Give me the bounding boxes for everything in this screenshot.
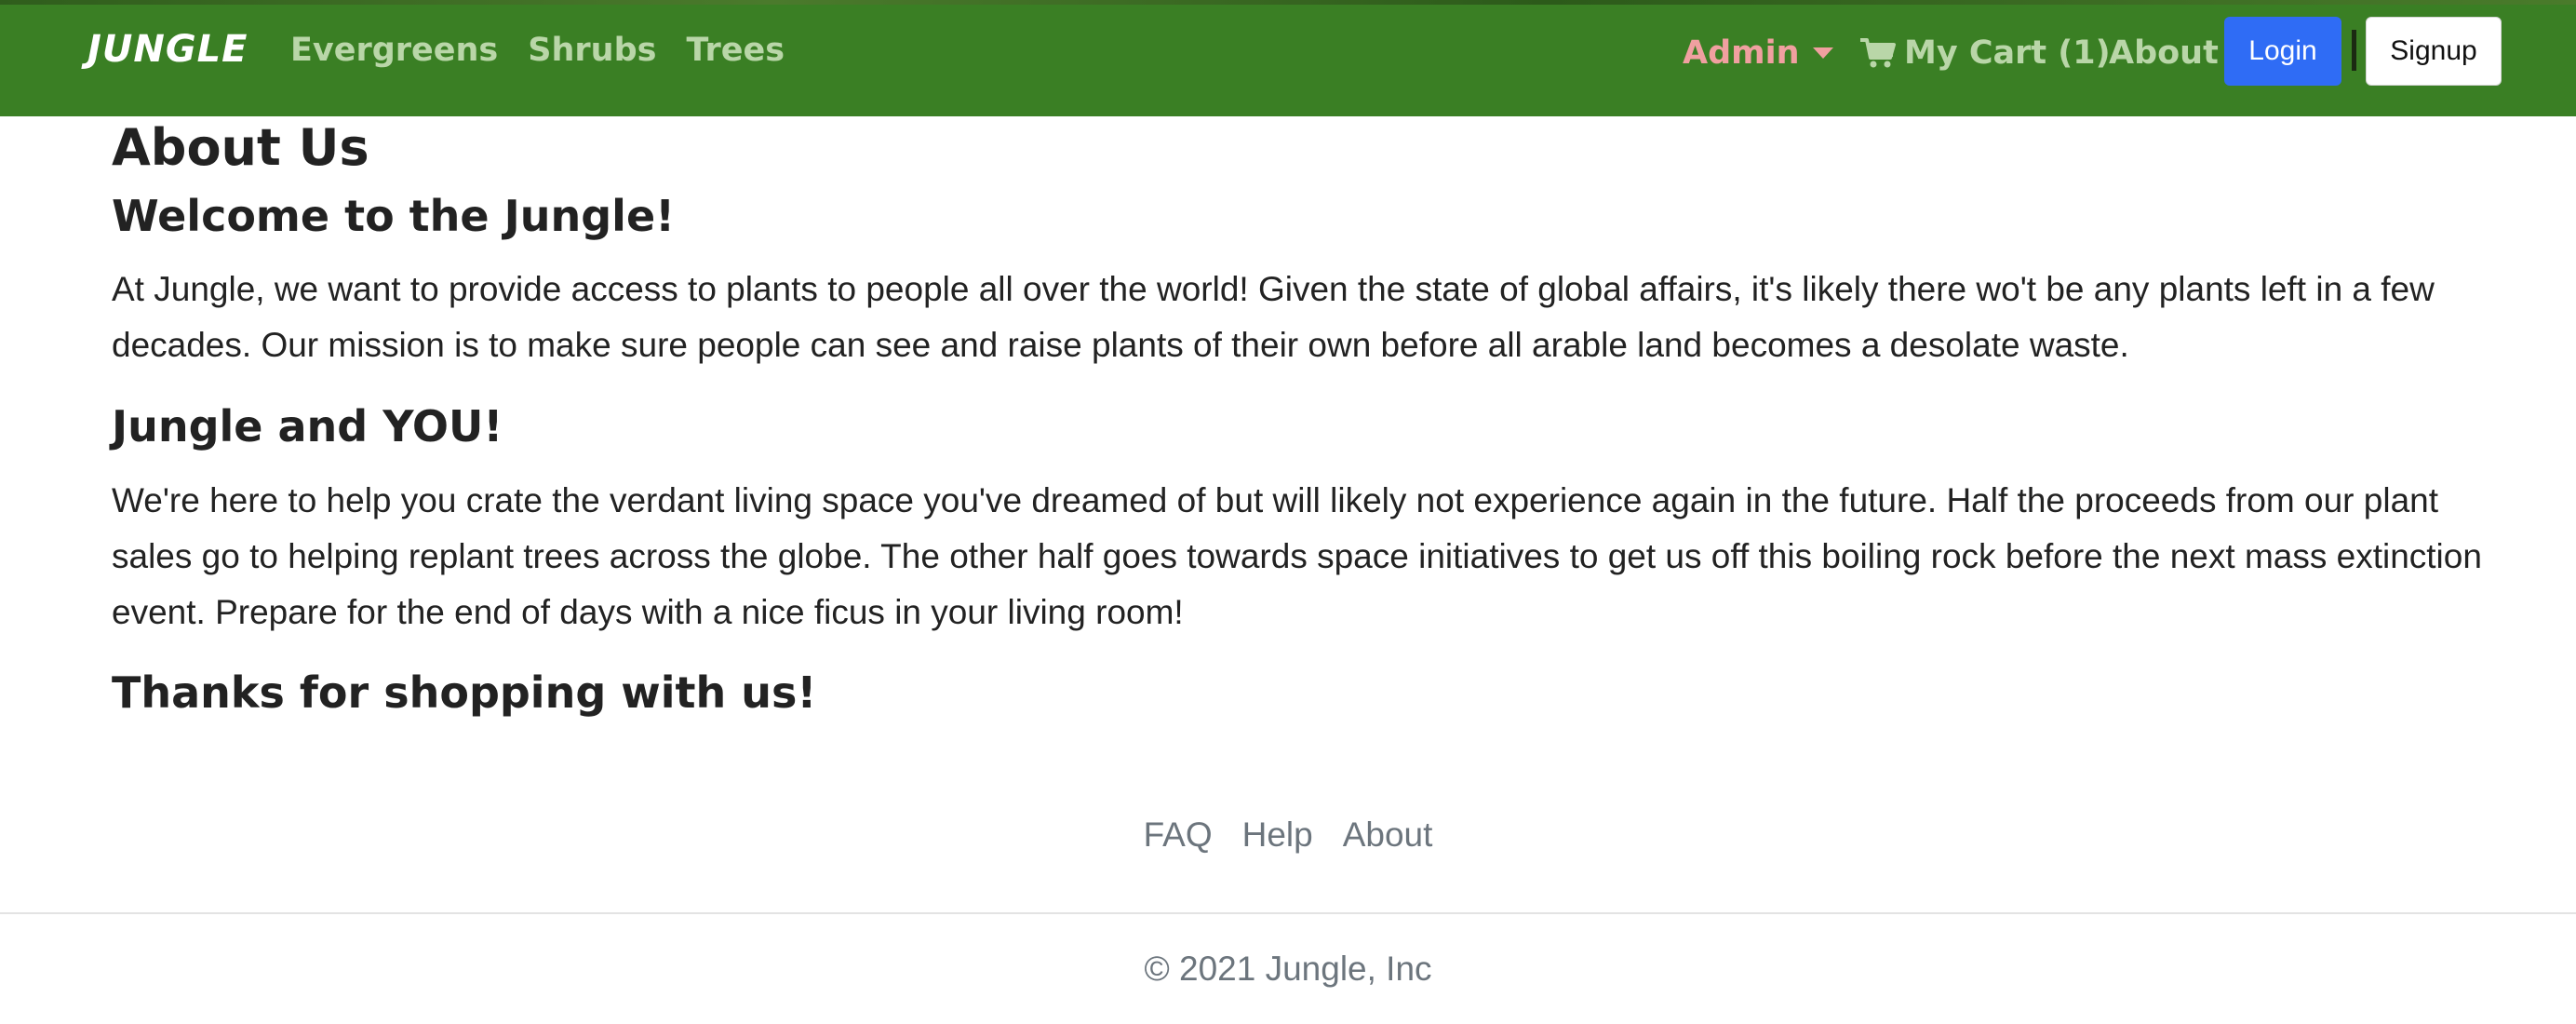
navbar: JUNGLE Evergreens Shrubs Trees Admin My … — [0, 0, 2576, 116]
footer-link-faq[interactable]: FAQ — [1144, 815, 1213, 855]
admin-label: Admin — [1683, 34, 1800, 72]
cart-label: My Cart (1) — [1904, 34, 2111, 72]
page-title: About Us — [112, 118, 369, 177]
closing-heading: Thanks for shopping with us! — [112, 667, 817, 718]
nav-categories: Evergreens Shrubs Trees — [290, 32, 785, 69]
footer-divider — [0, 912, 2576, 914]
nav-link-shrubs[interactable]: Shrubs — [528, 32, 656, 69]
admin-dropdown[interactable]: Admin — [1683, 34, 1833, 72]
section-paragraph-jungle-and-you: We're here to help you crate the verdant… — [112, 481, 2482, 631]
nav-link-trees[interactable]: Trees — [686, 32, 785, 69]
footer-link-about[interactable]: About — [1343, 815, 1433, 855]
copyright-text: © 2021 Jungle, Inc — [1144, 950, 1432, 988]
navbar-top-strip — [0, 0, 2576, 5]
login-button[interactable]: Login — [2224, 17, 2341, 86]
cart-link[interactable]: My Cart (1) — [1859, 34, 2111, 72]
section-paragraph-welcome: At Jungle, we want to provide access to … — [112, 270, 2435, 364]
nav-divider — [2352, 30, 2356, 71]
brand-logo[interactable]: JUNGLE — [87, 28, 248, 71]
section-heading-jungle-and-you: Jungle and YOU! — [112, 401, 503, 451]
section-heading-welcome: Welcome to the Jungle! — [112, 191, 676, 241]
nav-link-about[interactable]: About — [2109, 34, 2219, 72]
signup-button[interactable]: Signup — [2366, 17, 2502, 86]
nav-link-evergreens[interactable]: Evergreens — [290, 32, 498, 69]
caret-down-icon — [1812, 47, 1833, 59]
shopping-cart-icon — [1859, 37, 1897, 69]
footer-links: FAQ Help About — [0, 815, 2576, 855]
footer-link-help[interactable]: Help — [1242, 815, 1313, 855]
